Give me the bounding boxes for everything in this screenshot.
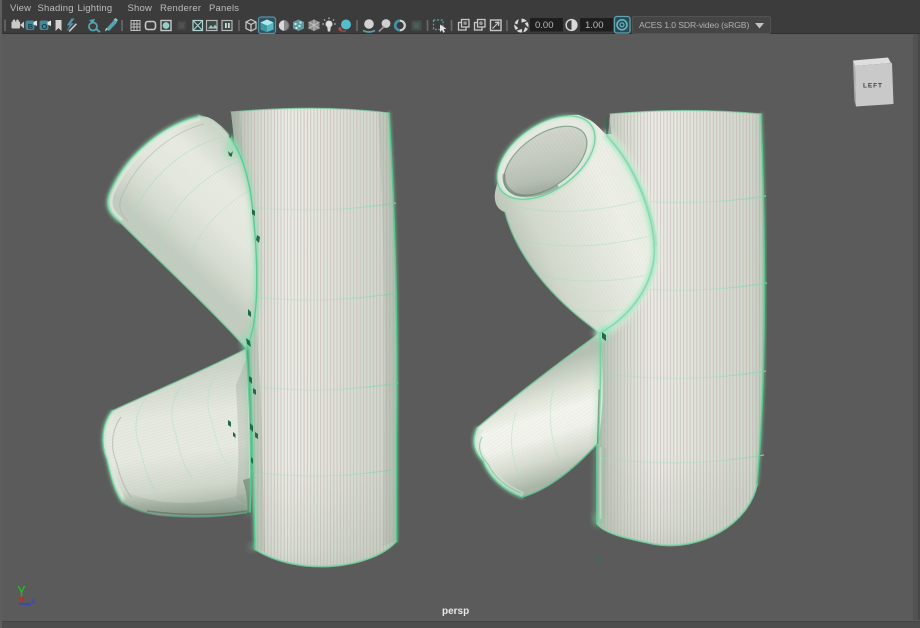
- svg-text:z: z: [32, 597, 36, 606]
- svg-text:LEFT: LEFT: [863, 83, 883, 90]
